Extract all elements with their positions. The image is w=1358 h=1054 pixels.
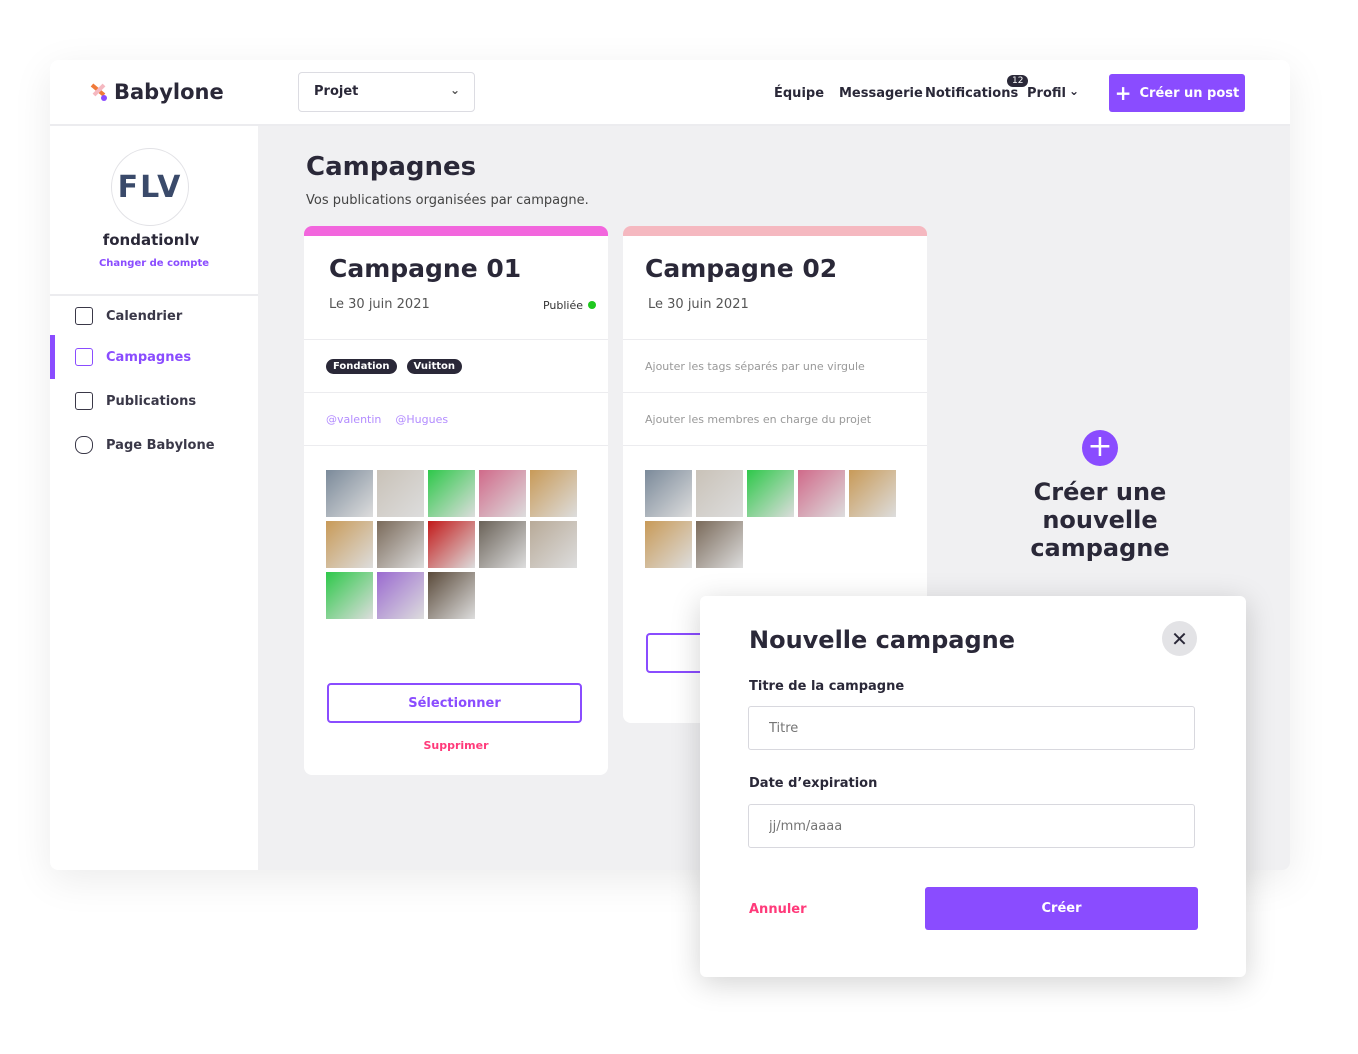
nav-profil[interactable]: Profil — [1027, 86, 1066, 101]
member-mention[interactable]: @valentin — [326, 413, 381, 426]
notification-badge: 12 — [1007, 75, 1029, 87]
cancel-button[interactable]: Annuler — [749, 902, 807, 917]
sidebar-item-campagnes[interactable]: Campagnes — [50, 335, 258, 379]
sidebar-item-label: Publications — [106, 393, 197, 409]
username: fondationlv — [102, 231, 200, 249]
create-button[interactable]: Créer — [925, 887, 1198, 930]
post-thumbnail[interactable] — [696, 521, 743, 568]
create-post-label: Créer un post — [1139, 85, 1240, 101]
post-thumbnail[interactable] — [479, 470, 526, 517]
logo-icon — [90, 83, 107, 101]
member-mention[interactable]: @Hugues — [395, 413, 448, 426]
status-dot — [588, 301, 596, 309]
avatar: FLV — [111, 148, 189, 226]
post-thumbnail[interactable] — [428, 521, 475, 568]
date-text: Le 30 juin 2021 — [648, 297, 749, 312]
members-placeholder: Ajouter les membres en charge du projet — [645, 412, 872, 426]
close-icon[interactable]: ✕ — [1162, 621, 1197, 656]
post-thumbnail[interactable] — [326, 470, 373, 517]
tag[interactable]: Vuitton — [406, 358, 463, 374]
project-select-value: Projet — [314, 84, 359, 99]
nav-notifications[interactable]: Notifications — [925, 86, 1018, 101]
post-thumbnail[interactable] — [377, 572, 424, 619]
grid-icon — [75, 348, 93, 366]
new-campaign-modal: Nouvelle campagne ✕ Titre de la campagne… — [700, 596, 1246, 977]
list-icon — [75, 392, 93, 410]
tags-input[interactable]: Ajouter les tags séparés par une virgule — [623, 339, 927, 392]
post-thumbnail[interactable] — [798, 470, 845, 517]
post-thumbnail[interactable] — [747, 470, 794, 517]
post-thumbnail[interactable] — [377, 521, 424, 568]
chevron-down-icon[interactable]: ⌄ — [1069, 84, 1079, 98]
top-bar: Babylone Projet ⌄ Équipe Messagerie Notif… — [50, 60, 1290, 126]
post-thumbnail[interactable] — [326, 521, 373, 568]
campaign-title: Campagne 01 — [329, 254, 522, 283]
plus-icon: + — [1114, 81, 1132, 105]
post-thumbnail[interactable] — [645, 470, 692, 517]
delete-link[interactable]: Supprimer — [304, 739, 608, 752]
sidebar-item-label: Page Babylone — [106, 437, 215, 453]
sidebar-item-label: Calendrier — [106, 308, 183, 324]
campaign-date: Le 30 juin 2021 Publiée — [304, 283, 608, 323]
campaign-title-input[interactable] — [748, 706, 1195, 750]
nav-messagerie[interactable]: Messagerie — [839, 86, 923, 101]
post-thumbnail[interactable] — [479, 521, 526, 568]
post-thumbnail[interactable] — [696, 470, 743, 517]
calendar-icon — [75, 307, 93, 325]
brand-name: Babylone — [114, 80, 224, 104]
post-thumbnail[interactable] — [428, 470, 475, 517]
logo[interactable]: Babylone — [90, 80, 224, 104]
sidebar-item-page-babylone[interactable]: Page Babylone — [50, 423, 258, 467]
post-thumbnail[interactable] — [428, 572, 475, 619]
switch-account-link[interactable]: Changer de compte — [50, 258, 258, 269]
post-thumbnail[interactable] — [849, 470, 896, 517]
members-input[interactable]: Ajouter les membres en charge du projet — [623, 392, 927, 445]
thumbnail-grid — [623, 445, 927, 592]
create-post-button[interactable]: + Créer un post — [1109, 74, 1245, 112]
select-button[interactable]: Sélectionner — [327, 683, 582, 723]
campaign-date: Le 30 juin 2021 — [623, 283, 927, 323]
card-accent-bar — [304, 226, 608, 236]
status-text: Publiée — [542, 299, 583, 312]
members-row[interactable]: @valentin @Hugues — [304, 392, 608, 445]
page-subtitle: Vos publications organisées par campagne… — [306, 193, 589, 208]
project-select[interactable]: Projet ⌄ — [298, 72, 475, 112]
thumbnail-grid — [304, 445, 608, 643]
card-accent-bar — [623, 226, 927, 236]
date-text: Le 30 juin 2021 — [329, 297, 430, 312]
expiration-date-input[interactable] — [748, 804, 1195, 848]
tags-row[interactable]: Fondation Vuitton — [304, 339, 608, 392]
date-label: Date d’expiration — [749, 776, 878, 791]
post-thumbnail[interactable] — [645, 521, 692, 568]
status-badge: Publiée — [543, 299, 596, 312]
page-icon — [75, 436, 93, 454]
sidebar-item-label: Campagnes — [106, 349, 192, 365]
post-thumbnail[interactable] — [530, 521, 577, 568]
tags-placeholder: Ajouter les tags séparés par une virgule — [645, 359, 865, 373]
sidebar-item-publications[interactable]: Publications — [50, 379, 258, 423]
chevron-down-icon: ⌄ — [449, 83, 460, 97]
plus-circle-icon: + — [1082, 430, 1118, 466]
campaign-title: Campagne 02 — [645, 254, 838, 283]
post-thumbnail[interactable] — [530, 470, 577, 517]
campaign-card: Campagne 01 Le 30 juin 2021 Publiée Fonda… — [304, 226, 608, 775]
nav-equipe[interactable]: Équipe — [774, 86, 824, 101]
new-campaign-button[interactable]: + Créer une nouvelle campagne — [980, 430, 1220, 563]
post-thumbnail[interactable] — [326, 572, 373, 619]
sidebar: FLV fondationlv Changer de compte Calend… — [50, 126, 258, 870]
tag[interactable]: Fondation — [326, 358, 397, 374]
sidebar-item-calendrier[interactable]: Calendrier — [50, 294, 258, 338]
modal-title: Nouvelle campagne — [749, 626, 1016, 654]
new-campaign-label: Créer une nouvelle campagne — [1030, 478, 1170, 562]
page-title: Campagnes — [306, 152, 477, 182]
post-thumbnail[interactable] — [377, 470, 424, 517]
title-label: Titre de la campagne — [749, 679, 905, 694]
